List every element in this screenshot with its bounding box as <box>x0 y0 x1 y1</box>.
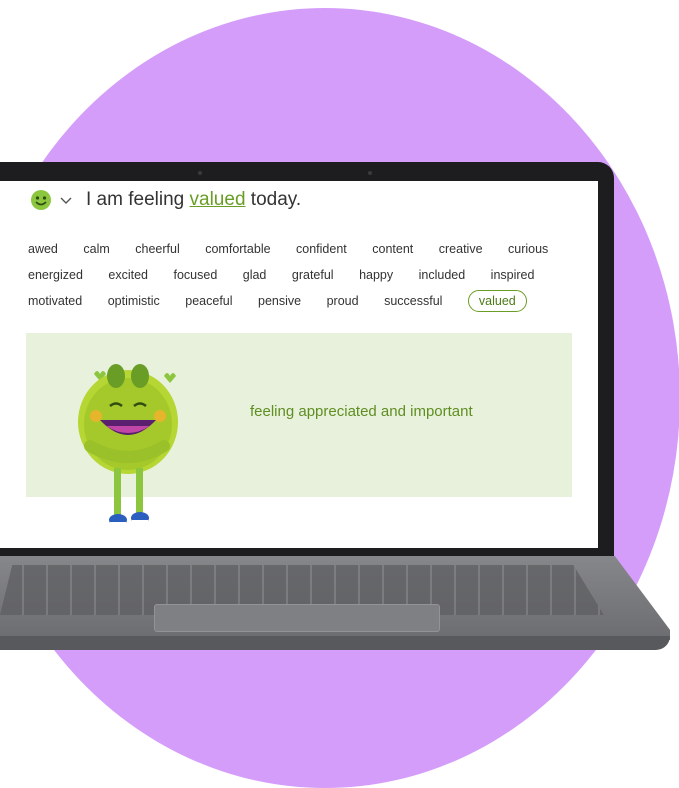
feeling-word[interactable]: excited <box>108 262 156 288</box>
sensor-dot <box>368 171 372 175</box>
feeling-word-selected[interactable]: valued <box>467 290 527 312</box>
feeling-word[interactable]: focused <box>173 262 225 288</box>
sentence-suffix: today. <box>250 189 302 210</box>
feeling-definition: feeling appreciated and important <box>250 403 473 420</box>
sentence-prefix: I am feeling <box>86 189 185 210</box>
monster-character-icon <box>78 364 178 526</box>
camera-dot <box>198 171 202 175</box>
feeling-word[interactable]: comfortable <box>205 236 278 262</box>
feeling-word[interactable]: pensive <box>258 288 309 314</box>
feeling-word[interactable]: motivated <box>28 288 90 314</box>
feeling-word[interactable]: peaceful <box>185 288 240 314</box>
feeling-header: I am feeling valued today. <box>30 189 301 211</box>
smiling-face-icon[interactable] <box>30 189 52 211</box>
feeling-word[interactable]: awed <box>28 236 66 262</box>
feeling-word[interactable]: glad <box>243 262 275 288</box>
feeling-word[interactable]: grateful <box>292 262 342 288</box>
feeling-word[interactable]: confident <box>296 236 355 262</box>
feeling-word[interactable]: optimistic <box>108 288 168 314</box>
selected-feeling-link[interactable]: valued <box>190 189 246 210</box>
feeling-word[interactable]: cheerful <box>135 236 187 262</box>
feeling-word[interactable]: creative <box>439 236 491 262</box>
feeling-word[interactable]: energized <box>28 262 91 288</box>
feeling-word[interactable]: included <box>419 262 474 288</box>
feeling-word[interactable]: proud <box>327 288 367 314</box>
chevron-down-icon[interactable] <box>58 192 74 208</box>
feeling-word[interactable]: successful <box>384 288 450 314</box>
feeling-word[interactable]: content <box>372 236 421 262</box>
feeling-word[interactable]: calm <box>83 236 117 262</box>
feeling-word[interactable]: curious <box>508 236 556 262</box>
feeling-word[interactable]: inspired <box>491 262 543 288</box>
trackpad <box>154 604 440 632</box>
feeling-word-list: awed calm cheerful comfortable confident… <box>28 236 578 314</box>
feeling-word[interactable]: happy <box>359 262 401 288</box>
feeling-sentence: I am feeling valued today. <box>86 189 301 211</box>
laptop-base-edge <box>0 636 670 650</box>
